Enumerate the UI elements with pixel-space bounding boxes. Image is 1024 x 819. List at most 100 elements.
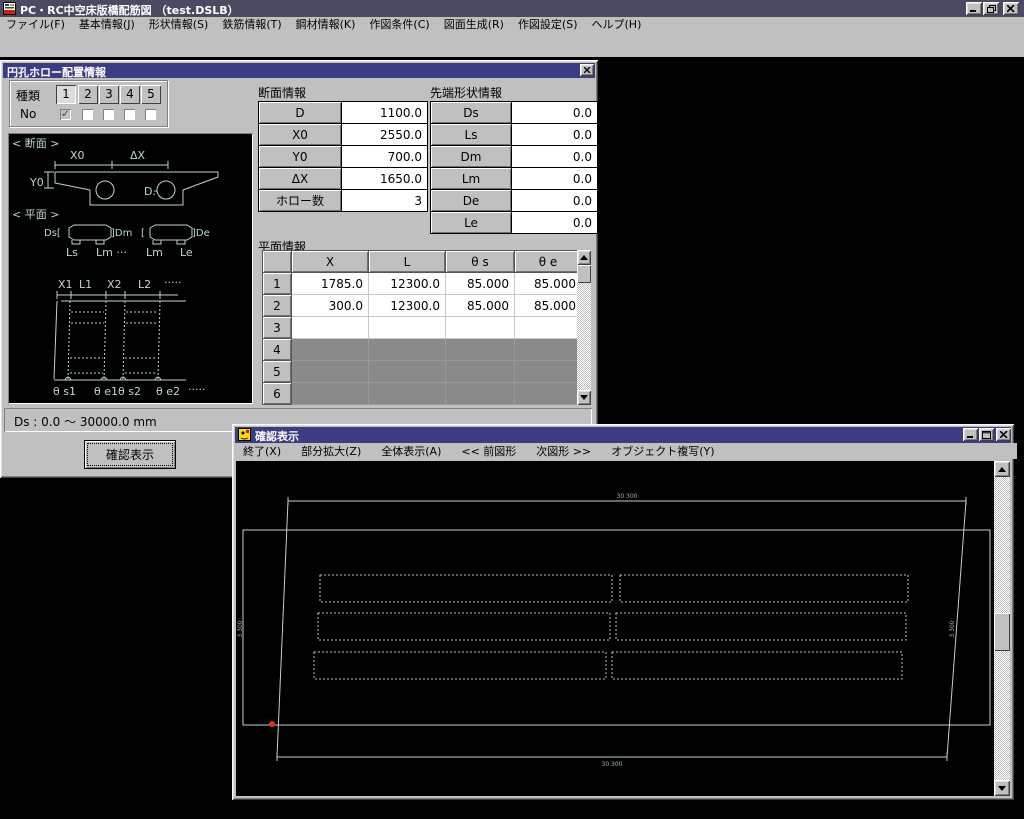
section-info-value[interactable]: 1650.0 bbox=[342, 168, 428, 190]
main-minimize-button[interactable] bbox=[966, 2, 982, 15]
type-no-label: No bbox=[20, 107, 36, 121]
tip-info-value[interactable]: 0.0 bbox=[512, 212, 598, 234]
dim-bottom: 30 300 bbox=[602, 761, 623, 768]
plan-col-l: L bbox=[369, 251, 446, 273]
plan-cell-theta-e bbox=[515, 383, 582, 405]
skew-outline bbox=[277, 501, 966, 757]
app-icon bbox=[3, 2, 16, 15]
scroll-down-button[interactable] bbox=[577, 390, 591, 405]
type-button-5[interactable]: 5 bbox=[141, 85, 161, 104]
main-close-button[interactable] bbox=[1003, 2, 1019, 15]
viewer-menu-partial-zoom[interactable]: 部分拡大(Z) bbox=[299, 443, 363, 459]
arrow-up-icon bbox=[580, 251, 588, 260]
dialog-title: 円孔ホロー配置情報 bbox=[7, 64, 106, 80]
viewer-menu-fit-view[interactable]: 全体表示(A) bbox=[379, 443, 443, 459]
confirm-display-button[interactable]: 確認表示 bbox=[84, 440, 176, 469]
minimize-icon bbox=[970, 5, 978, 12]
plan-cell-theta-e[interactable] bbox=[515, 317, 582, 339]
ds-label: Ds[ bbox=[44, 228, 61, 239]
te1-label: θ e1 bbox=[94, 385, 118, 398]
plan-row-number: 6 bbox=[263, 383, 292, 405]
dialog-close-button[interactable] bbox=[580, 64, 594, 76]
type-button-4[interactable]: 4 bbox=[120, 85, 140, 104]
type-button-3[interactable]: 3 bbox=[99, 85, 119, 104]
viewer-titlebar: 確認表示 bbox=[235, 427, 1011, 443]
type-button-2[interactable]: 2 bbox=[78, 85, 98, 104]
plan-cell-l bbox=[369, 361, 446, 383]
type-button-1[interactable]: 1 bbox=[56, 85, 76, 104]
scroll-up-button[interactable] bbox=[577, 250, 591, 265]
plan-col-x: X bbox=[292, 251, 369, 273]
type-group: 種類 1 2 3 4 5 No ✓ bbox=[9, 80, 168, 127]
main-restore-button[interactable] bbox=[983, 2, 999, 15]
tip-info-value[interactable]: 0.0 bbox=[512, 102, 598, 124]
scroll-up-button[interactable] bbox=[994, 461, 1010, 477]
status-text: Ds : 0.0 ～ 30000.0 mm bbox=[14, 413, 157, 430]
plan-cell-theta-e bbox=[515, 361, 582, 383]
tip-info-value[interactable]: 0.0 bbox=[512, 146, 598, 168]
confirm-display-button-label: 確認表示 bbox=[106, 446, 154, 463]
section-info-value[interactable]: 1100.0 bbox=[342, 102, 428, 124]
type-checkbox-4[interactable] bbox=[124, 109, 135, 120]
section-info-value[interactable]: 2550.0 bbox=[342, 124, 428, 146]
scroll-down-button[interactable] bbox=[994, 780, 1010, 796]
tip-info-label: De bbox=[431, 190, 512, 212]
plan-cell-l[interactable]: 12300.0 bbox=[369, 295, 446, 317]
plan-row-6: 6 bbox=[263, 383, 582, 405]
scrollbar-thumb[interactable] bbox=[994, 613, 1010, 651]
viewer-minimize-button[interactable] bbox=[963, 428, 978, 441]
plan-row-number: 1 bbox=[263, 273, 292, 295]
plan-cell-x bbox=[292, 339, 369, 361]
viewer-menu-exit[interactable]: 終了(X) bbox=[241, 443, 283, 459]
d-label: D. bbox=[144, 185, 156, 198]
plan-cell-theta-s[interactable] bbox=[446, 317, 515, 339]
viewer-scrollbar[interactable] bbox=[994, 461, 1010, 796]
type-checkbox-5[interactable] bbox=[145, 109, 156, 120]
section-info-value[interactable]: 700.0 bbox=[342, 146, 428, 168]
close-icon bbox=[584, 67, 591, 73]
plan-cell-x[interactable] bbox=[292, 317, 369, 339]
plan-cell-theta-e[interactable]: 85.000 bbox=[515, 273, 582, 295]
plan-cell-x[interactable]: 300.0 bbox=[292, 295, 369, 317]
tip-info-label: Ls bbox=[431, 124, 512, 146]
dim-right: 3 300 bbox=[949, 620, 956, 637]
l1-label: L1 bbox=[79, 278, 92, 291]
plan-cell-l[interactable] bbox=[369, 317, 446, 339]
plan-col-theta-e: θ e bbox=[515, 251, 582, 273]
slab-rectangle bbox=[243, 530, 990, 725]
type-checkbox-1[interactable]: ✓ bbox=[60, 109, 71, 120]
viewer-menu-prev-figure[interactable]: << 前図形 bbox=[459, 443, 518, 459]
viewer-client: 30 300 30 300 3 300 3 300 bbox=[236, 461, 1010, 796]
plan-cell-theta-s[interactable]: 85.000 bbox=[446, 295, 515, 317]
viewer-title: 確認表示 bbox=[255, 428, 299, 444]
viewer-close-button[interactable] bbox=[996, 428, 1011, 441]
preview-plan-label: < 平面 > bbox=[12, 208, 59, 221]
scrollbar-thumb[interactable] bbox=[577, 265, 591, 283]
preview-panel: < 断面 > X0 ΔX Y0 D. < 平面 > Ds[ ]Dm [ ]De … bbox=[8, 133, 253, 404]
plan-table-scrollbar[interactable] bbox=[577, 250, 591, 405]
plan-row-number: 5 bbox=[263, 361, 292, 383]
plan-cell-theta-e[interactable]: 85.000 bbox=[515, 295, 582, 317]
type-button-1-label: 1 bbox=[62, 87, 70, 101]
tip-info-value[interactable]: 0.0 bbox=[512, 124, 598, 146]
plan-cell-theta-s bbox=[446, 361, 515, 383]
viewer-maximize-button[interactable] bbox=[979, 428, 994, 441]
section-info-value[interactable]: 3 bbox=[342, 190, 428, 212]
tip-info-value[interactable]: 0.0 bbox=[512, 190, 598, 212]
viewer-menu-copy-object[interactable]: オブジェクト複写(Y) bbox=[609, 443, 716, 459]
minimize-icon bbox=[967, 431, 975, 438]
type-checkbox-3[interactable] bbox=[103, 109, 114, 120]
plan-row-number: 3 bbox=[263, 317, 292, 339]
type-checkbox-2[interactable] bbox=[82, 109, 93, 120]
maximize-icon bbox=[982, 431, 991, 439]
section-info-label: ΔX bbox=[259, 168, 342, 190]
plan-cell-x[interactable]: 1785.0 bbox=[292, 273, 369, 295]
plan-cell-l bbox=[369, 339, 446, 361]
plan-cell-l[interactable]: 12300.0 bbox=[369, 273, 446, 295]
hollow-layout-dialog: 円孔ホロー配置情報 種類 1 2 3 4 5 No ✓ bbox=[0, 60, 598, 478]
l2-label: L2 bbox=[138, 278, 151, 291]
lm1-label: Lm ··· bbox=[96, 246, 127, 259]
tip-info-value[interactable]: 0.0 bbox=[512, 168, 598, 190]
plan-cell-theta-s[interactable]: 85.000 bbox=[446, 273, 515, 295]
viewer-menu-next-figure[interactable]: 次図形 >> bbox=[534, 443, 593, 459]
